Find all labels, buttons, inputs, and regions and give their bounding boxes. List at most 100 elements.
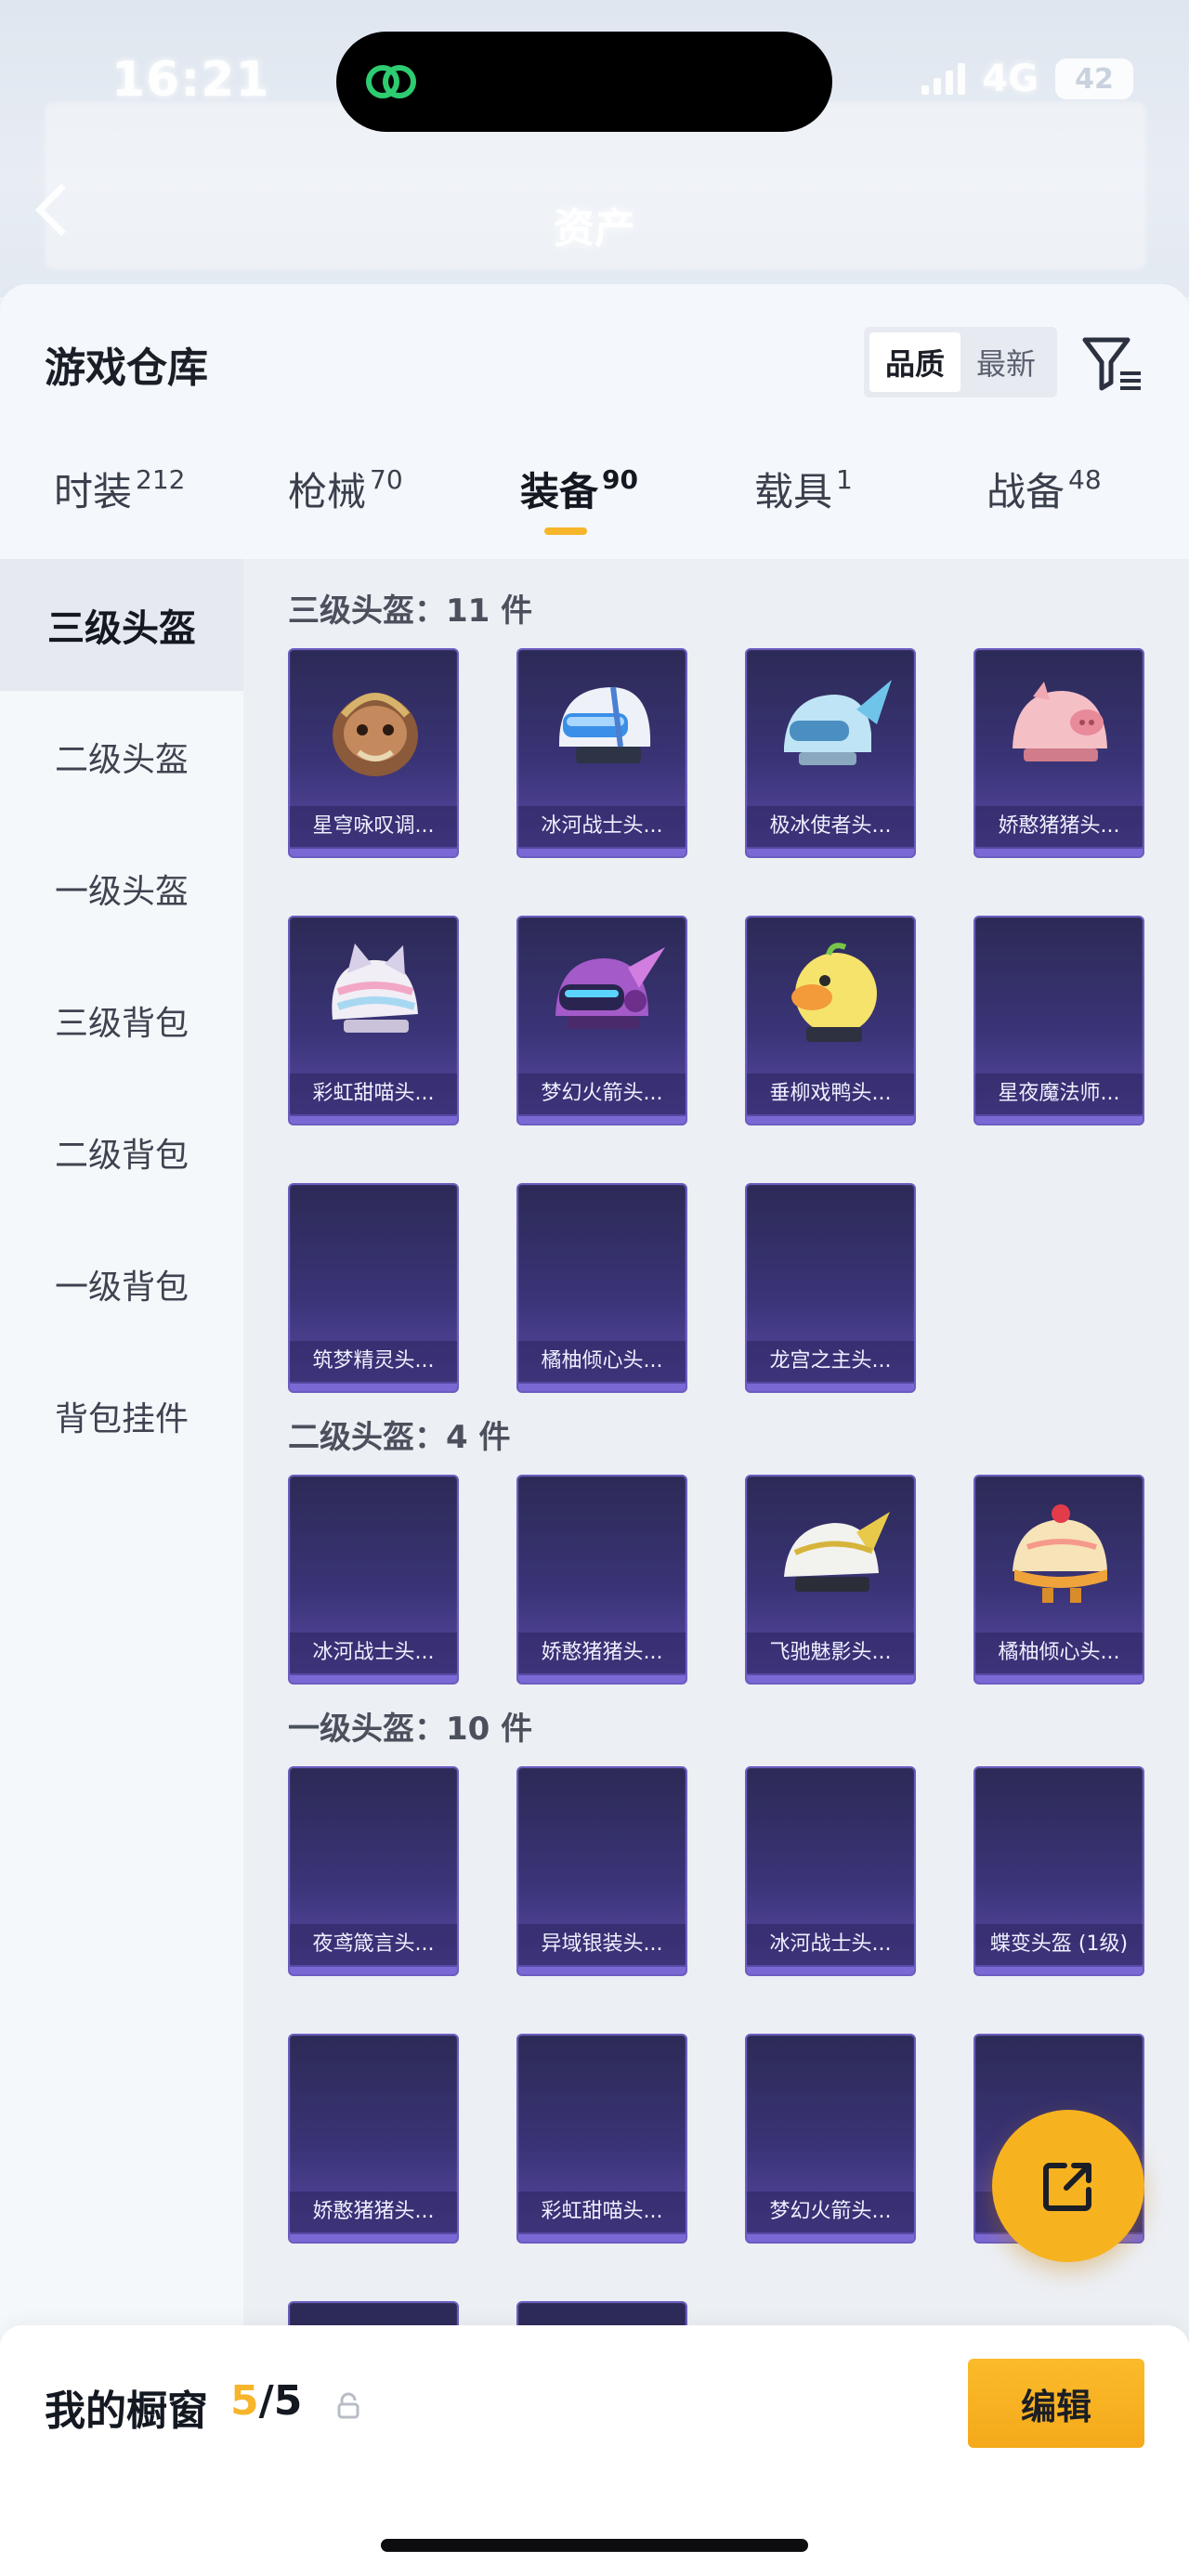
share-icon	[1043, 2163, 1091, 2211]
status-indicators: 4G 42	[921, 58, 1133, 100]
helmet-icon	[1013, 682, 1107, 761]
item-name: 星夜魔法师...	[975, 1073, 1143, 1114]
home-indicator	[381, 2539, 808, 2552]
category-tabs: 时装 212 枪械 70 装备 90 载具 1 战备 48	[0, 461, 1189, 553]
battery-icon: 42	[1055, 59, 1133, 99]
helmet-icon	[791, 943, 877, 1042]
tab-label: 时装	[54, 469, 133, 514]
sidebar-item-backpack-charm[interactable]: 背包挂件	[0, 1350, 243, 1482]
section-label: 二级头盔：	[288, 1419, 446, 1456]
item-card[interactable]: 梦幻火箭头...	[745, 2034, 916, 2244]
sheet-title: 游戏仓库	[45, 345, 208, 392]
item-card[interactable]: 冰河战士头...	[745, 1766, 916, 1976]
sidebar-item-level1-helmet[interactable]: 一级头盔	[0, 823, 243, 955]
item-name: 飞驰魅影头...	[747, 1633, 914, 1673]
tab-count: 48	[1068, 464, 1102, 495]
item-card[interactable]: 娇憨猪猪头...	[973, 648, 1144, 858]
tab-firearms[interactable]: 枪械 70	[288, 461, 403, 553]
tab-label: 战备	[986, 469, 1065, 514]
helmet-icon	[333, 693, 418, 776]
item-card[interactable]: 垂柳戏鸭头...	[745, 916, 916, 1125]
item-card[interactable]: 极冰使者头...	[745, 648, 916, 858]
tab-fashion[interactable]: 时装 212	[54, 461, 185, 553]
helmet-icon	[784, 680, 892, 765]
sort-toggle: 品质 最新	[864, 327, 1057, 397]
item-card[interactable]: 娇憨猪猪头...	[516, 1475, 687, 1685]
helmet-icon	[1013, 1504, 1107, 1603]
sidebar-item-level1-backpack[interactable]: 一级背包	[0, 1218, 243, 1350]
section-unit: 件	[478, 1419, 511, 1456]
helmet-icon	[332, 943, 418, 1033]
item-name: 橘柚倾心头...	[518, 1341, 686, 1382]
link-icon	[366, 65, 416, 98]
item-card[interactable]: 冰河战士头...	[288, 1475, 459, 1685]
item-card[interactable]: 异域银装头...	[516, 1766, 687, 1976]
item-card[interactable]: 星夜魔法师...	[973, 916, 1144, 1125]
item-card[interactable]: 梦幻火箭头...	[516, 916, 687, 1125]
edit-button[interactable]: 编辑	[968, 2359, 1144, 2448]
sidebar-item-level2-helmet[interactable]: 二级头盔	[0, 691, 243, 823]
item-name: 龙宫之主头...	[747, 1341, 914, 1382]
item-name: 梦幻火箭头...	[518, 1073, 686, 1114]
item-name: 异域银装头...	[518, 1924, 686, 1965]
signal-icon	[921, 63, 966, 95]
showcase-current: 5	[230, 2377, 259, 2425]
item-card[interactable]: 夜鸢箴言头...	[288, 1766, 459, 1976]
tab-count: 90	[602, 464, 638, 495]
showcase-label: 我的橱窗	[45, 2387, 208, 2435]
section-title-level1-helmet: 一级头盔：10 件	[288, 1703, 532, 1749]
item-card[interactable]: 彩虹甜喵头...	[288, 916, 459, 1125]
item-name: 冰河战士头...	[290, 1633, 457, 1673]
showcase-count: 5/5	[230, 2377, 302, 2425]
helmet-icon	[555, 947, 665, 1029]
tab-count: 1	[836, 464, 853, 495]
sidebar-item-level3-backpack[interactable]: 三级背包	[0, 955, 243, 1086]
tab-vehicles[interactable]: 载具 1	[754, 461, 853, 553]
tab-count: 70	[370, 464, 403, 495]
item-card[interactable]: 彩虹甜喵头...	[516, 2034, 687, 2244]
item-card[interactable]: 龙宫之主头...	[745, 1183, 916, 1393]
item-name: 垂柳戏鸭头...	[747, 1073, 914, 1114]
item-name: 娇憨猪猪头...	[518, 1633, 686, 1673]
item-name: 星穹咏叹调...	[290, 806, 457, 847]
filter-icon[interactable]	[1079, 331, 1144, 396]
item-card[interactable]: 星穹咏叹调...	[288, 648, 459, 858]
tab-label: 装备	[520, 469, 599, 514]
section-label: 一级头盔：	[288, 1711, 446, 1748]
section-title-level3-helmet: 三级头盔：11 件	[288, 585, 532, 631]
tab-equipment[interactable]: 装备 90	[520, 461, 638, 553]
item-name: 筑梦精灵头...	[290, 1341, 457, 1382]
section-unit: 件	[501, 592, 533, 630]
item-name: 娇憨猪猪头...	[975, 806, 1143, 847]
subcategory-sidebar: 三级头盔 二级头盔 一级头盔 三级背包 二级背包 一级背包 背包挂件	[0, 559, 243, 2416]
status-time: 16:21	[111, 52, 270, 108]
helmet-icon	[784, 1512, 890, 1592]
item-card[interactable]: 娇憨猪猪头...	[288, 2034, 459, 2244]
item-card[interactable]: 蝶变头盔 (1级)	[973, 1766, 1144, 1976]
section-count: 4	[446, 1419, 468, 1456]
sort-newest-button[interactable]: 最新	[960, 332, 1052, 392]
share-button[interactable]	[992, 2110, 1144, 2262]
item-name: 橘柚倾心头...	[975, 1633, 1143, 1673]
sidebar-item-level2-backpack[interactable]: 二级背包	[0, 1086, 243, 1218]
item-card[interactable]: 橘柚倾心头...	[973, 1475, 1144, 1685]
active-tab-indicator	[544, 527, 587, 535]
item-card[interactable]: 冰河战士头...	[516, 648, 687, 858]
item-name: 彩虹甜喵头...	[518, 2192, 686, 2232]
lock-icon	[337, 2392, 359, 2419]
item-name: 蝶变头盔 (1级)	[975, 1924, 1143, 1965]
item-name: 彩虹甜喵头...	[290, 1073, 457, 1114]
item-name: 梦幻火箭头...	[747, 2192, 914, 2232]
tab-supplies[interactable]: 战备 48	[986, 461, 1102, 553]
item-card[interactable]: 飞驰魅影头...	[745, 1475, 916, 1685]
item-name: 冰河战士头...	[518, 806, 686, 847]
sort-quality-button[interactable]: 品质	[869, 332, 960, 392]
section-count: 11	[446, 592, 490, 630]
nav-title: 资产	[554, 205, 635, 253]
item-card[interactable]: 橘柚倾心头...	[516, 1183, 687, 1393]
item-name: 冰河战士头...	[747, 1924, 914, 1965]
sidebar-item-level3-helmet[interactable]: 三级头盔	[0, 559, 243, 691]
helmet-icon	[559, 686, 651, 763]
item-grid-area: 三级头盔：11 件 星穹咏叹调... 冰河战士头... 极冰使者头... 娇憨猪…	[243, 559, 1189, 2576]
item-card[interactable]: 筑梦精灵头...	[288, 1183, 459, 1393]
